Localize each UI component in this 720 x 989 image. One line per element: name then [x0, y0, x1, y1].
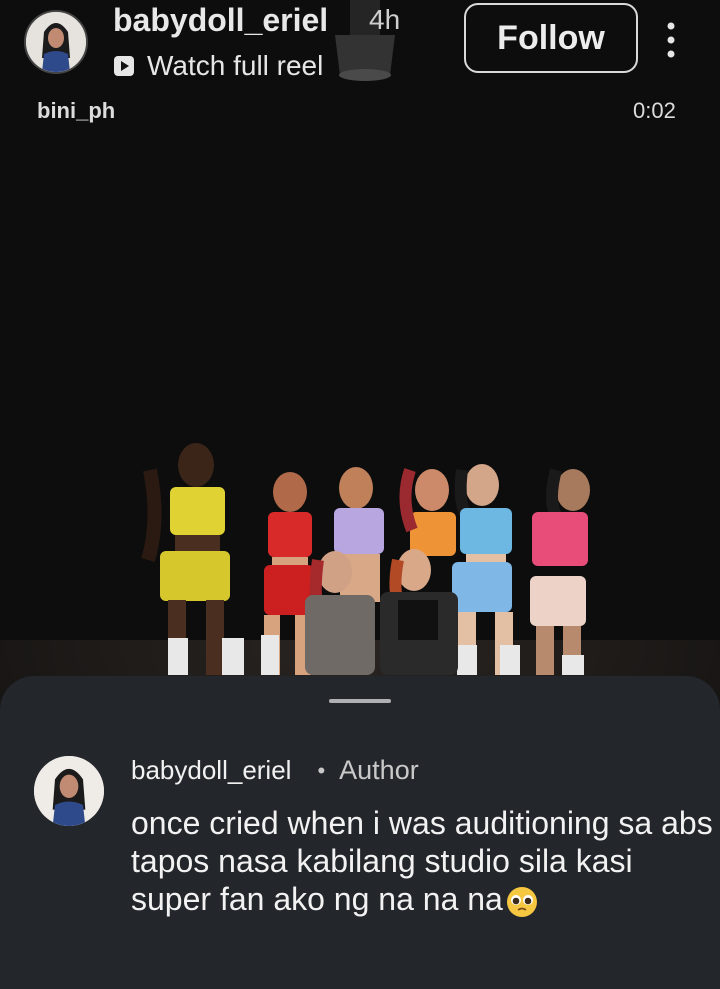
- watch-full-reel-label: Watch full reel: [147, 50, 324, 81]
- post-time: 4h: [369, 4, 401, 35]
- source-tag: bini_ph: [37, 98, 116, 123]
- video-elapsed-time: 0:02: [633, 98, 676, 123]
- comment-sheet: babydoll_eriel • Author once cried when …: [0, 676, 720, 989]
- comment-header: babydoll_eriel • Author: [131, 755, 419, 786]
- comment-text: once cried when i was auditioning sa abs…: [131, 805, 713, 917]
- author-badge: Author: [339, 755, 419, 785]
- author-avatar[interactable]: [24, 10, 88, 74]
- follow-button[interactable]: Follow: [464, 3, 638, 73]
- reel-play-icon: [114, 56, 134, 76]
- comment-body: once cried when i was auditioning sa abs…: [131, 804, 716, 919]
- separator-dot: •: [317, 757, 326, 783]
- sheet-drag-handle[interactable]: [329, 699, 391, 703]
- author-username[interactable]: babydoll_eriel: [113, 2, 328, 39]
- more-options-icon[interactable]: [660, 20, 682, 60]
- commenter-avatar[interactable]: [34, 756, 104, 826]
- pleading-face-emoji-icon: [506, 886, 537, 917]
- watch-full-reel-link[interactable]: Watch full reel: [113, 50, 323, 82]
- commenter-username[interactable]: babydoll_eriel: [131, 755, 291, 786]
